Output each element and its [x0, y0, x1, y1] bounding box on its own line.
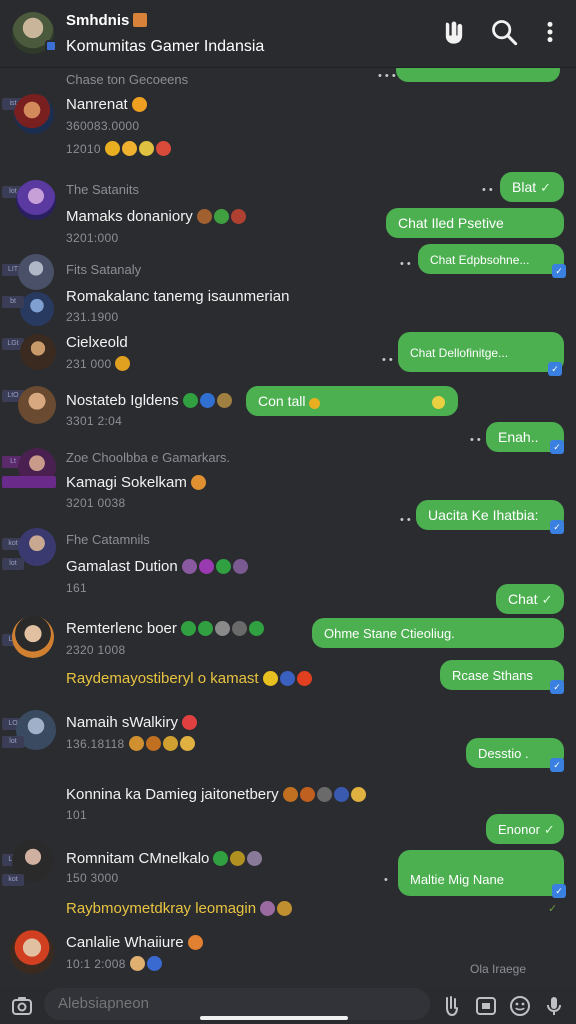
message-bubble[interactable]: Con tall — [246, 386, 458, 416]
mute-icon[interactable] — [440, 18, 468, 46]
message-bubble[interactable]: Rcase Sthans — [440, 660, 564, 690]
user-avatar[interactable] — [14, 94, 54, 134]
typing-status: Ola Iraege — [470, 962, 527, 976]
user-name[interactable]: Mamaks donaniory — [66, 208, 248, 228]
message-time: 101 — [66, 808, 87, 822]
message-time: 231.1900 — [66, 310, 119, 324]
home-indicator[interactable] — [200, 1016, 348, 1020]
read-dots: • • • — [378, 70, 396, 82]
rank-tag: lot — [2, 558, 24, 570]
user-name[interactable]: Remterlenc boer — [66, 620, 266, 640]
message-count: 12010 — [66, 141, 173, 159]
rank-tag: bt — [2, 296, 24, 308]
user-name[interactable]: Cielxeold — [66, 334, 128, 351]
message-bubble[interactable]: Enonor ✓ — [486, 814, 564, 844]
sent-icon: ✓ — [548, 903, 558, 915]
group-title[interactable]: Smhdnis — [66, 12, 148, 29]
user-name[interactable]: Romakalanc tanemg isaunmerian — [66, 288, 289, 305]
message-bubble[interactable]: Chat Dellofinitge... — [398, 332, 564, 372]
user-avatar[interactable] — [10, 930, 54, 974]
read-dots: • • — [400, 258, 411, 270]
read-receipt-icon: ✓ — [550, 520, 564, 534]
user-avatar[interactable] — [18, 386, 56, 424]
message-time: 161 — [66, 581, 87, 595]
rank-tag: lot — [2, 736, 24, 748]
user-name[interactable]: Gamalast Dution — [66, 558, 250, 578]
message-bubble[interactable]: Blat ✓ — [500, 172, 564, 202]
message-bubble[interactable]: Uacita Ke Ihatbia: — [416, 500, 564, 530]
read-dots: • • — [482, 184, 493, 196]
message-time: 3201 0038 — [66, 496, 126, 510]
message-bubble[interactable]: Chat Iled Psetive — [386, 208, 564, 238]
user-avatar[interactable] — [20, 292, 54, 326]
user-name[interactable]: Namaih sWalkiry — [66, 714, 199, 734]
user-avatar[interactable] — [18, 254, 54, 290]
read-dots: • • — [400, 514, 411, 526]
user-avatar[interactable] — [20, 334, 56, 370]
message-time: 136.18118 — [66, 736, 197, 754]
group-subtitle: Komumitas Gamer Indansia — [66, 38, 265, 55]
sticker-icon[interactable] — [440, 994, 464, 1018]
message-bubble[interactable]: Chat ✓ — [496, 584, 564, 614]
group-label: Chase ton Gecoeens — [66, 72, 189, 87]
read-dots: • • — [470, 434, 481, 446]
read-receipt-icon: ✓ — [548, 362, 562, 376]
gif-icon[interactable] — [474, 994, 498, 1018]
message-time: 3201:000 — [66, 231, 119, 245]
group-label: Zoe Choolbba e Gamarkars. — [66, 450, 231, 465]
message-bubble[interactable]: Chat Edpbsohne... — [418, 244, 564, 274]
user-name[interactable]: Raydemayostiberyl o kamast — [66, 670, 314, 690]
message-time: 231 000 — [66, 356, 132, 374]
message-time: 10:1 2:008 — [66, 956, 164, 974]
group-label: The Satanits — [66, 182, 139, 197]
emoji-icon[interactable] — [508, 994, 532, 1018]
user-name[interactable]: Konnina ka Damieg jaitonetbery — [66, 786, 368, 806]
chat-header: Smhdnis Komumitas Gamer Indansia — [0, 0, 576, 68]
user-name[interactable]: Nanrenat — [66, 96, 149, 116]
user-name[interactable]: Kamagi Sokelkam — [66, 474, 208, 494]
message-bubble[interactable]: Maltie Mig Nane — [398, 850, 564, 896]
camera-icon[interactable] — [10, 994, 34, 1018]
read-dots: • — [384, 874, 388, 886]
rank-tag: kot — [2, 874, 24, 886]
mic-icon[interactable] — [542, 994, 566, 1018]
message-time: 3301 2:04 — [66, 414, 123, 428]
user-avatar[interactable] — [12, 616, 54, 658]
read-receipt-icon: ✓ — [550, 440, 564, 454]
read-receipt-icon: ✓ — [552, 264, 566, 278]
message-time: 2320 1008 — [66, 643, 126, 657]
verified-badge-icon — [45, 40, 57, 52]
user-name[interactable]: Romnitam CMnelkalo — [66, 850, 264, 870]
message-bubble[interactable] — [396, 68, 560, 82]
group-title-text: Smhdnis — [66, 12, 130, 29]
message-time: 150 3000 — [66, 871, 119, 885]
rank-tag — [2, 476, 56, 488]
read-dots: • • — [382, 354, 393, 366]
read-receipt-icon: ✓ — [552, 884, 566, 898]
message-list[interactable]: • • • Chase ton Gecoeens ist Nanrenat 36… — [0, 68, 576, 988]
title-emoji-icon — [133, 13, 148, 27]
group-label: Fits Satanaly — [66, 262, 142, 277]
user-name[interactable]: Canlalie Whaiiure — [66, 934, 205, 954]
user-name[interactable]: Nostateb Igldens — [66, 392, 234, 412]
message-bubble[interactable]: Ohme Stane Ctieoliug. — [312, 618, 564, 648]
search-icon[interactable] — [490, 18, 518, 46]
read-receipt-icon: ✓ — [550, 758, 564, 772]
user-name[interactable]: Raybmoymetdkray leomagin — [66, 900, 294, 920]
message-time: 360083.0000 — [66, 119, 140, 133]
group-label: Fhe Catamnils — [66, 532, 150, 547]
more-vert-icon[interactable] — [537, 18, 563, 46]
read-receipt-icon: ✓ — [550, 680, 564, 694]
group-avatar[interactable] — [12, 12, 57, 54]
user-avatar[interactable] — [16, 180, 56, 220]
